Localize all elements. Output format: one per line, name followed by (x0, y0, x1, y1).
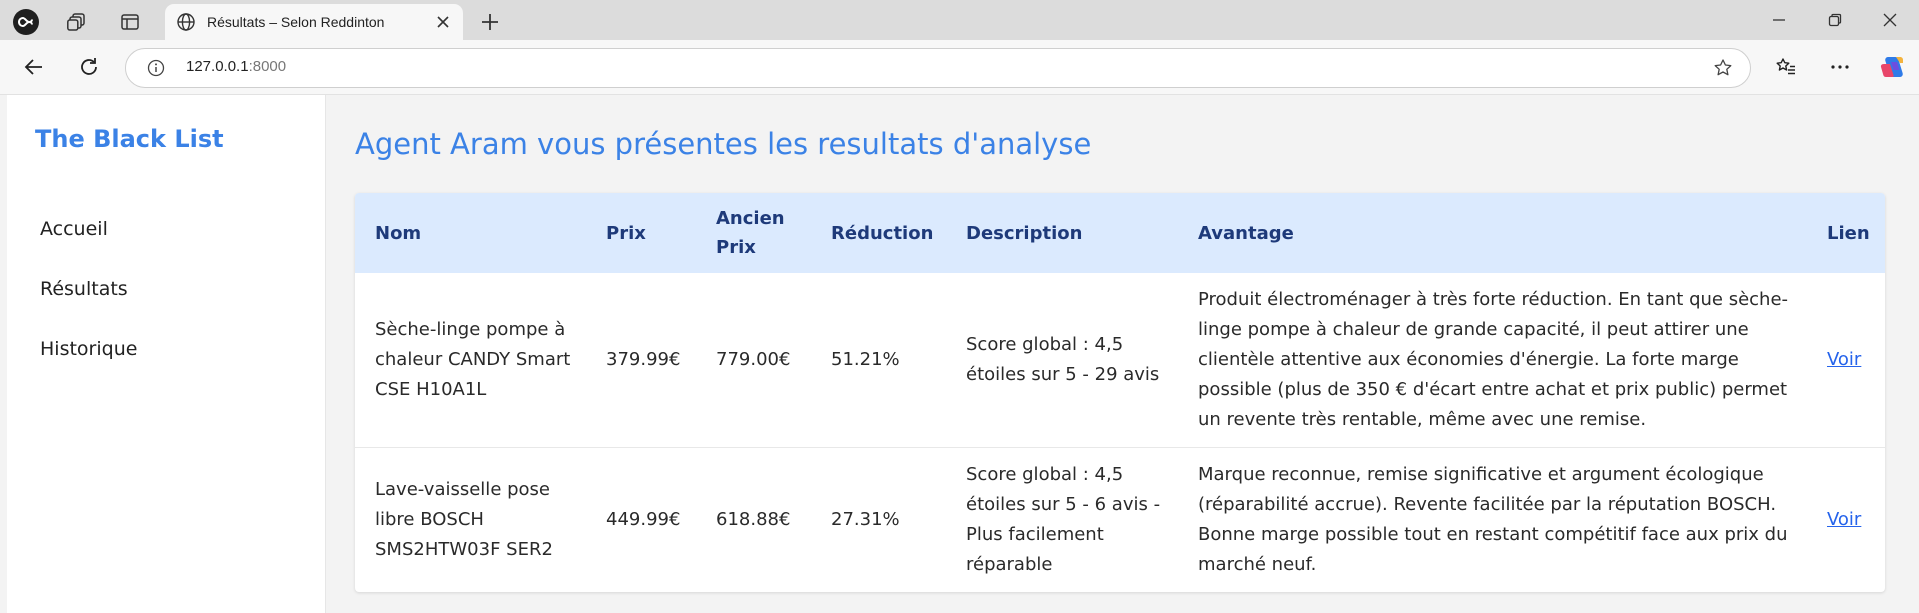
browser-profile-icon[interactable] (12, 8, 40, 36)
cell-ancien-prix: 618.88€ (696, 447, 811, 592)
sidebar: The Black List Accueil Résultats Histori… (7, 95, 326, 613)
column-header-description: Description (966, 222, 1083, 244)
more-options-icon[interactable] (1826, 53, 1854, 81)
url-port: :8000 (248, 58, 287, 75)
new-tab-icon[interactable] (476, 8, 504, 36)
active-tab[interactable]: Résultats – Selon Reddinton (165, 4, 463, 40)
favorite-star-icon[interactable] (1712, 57, 1734, 79)
cell-ancien-prix: 779.00€ (716, 349, 791, 370)
sidebar-item-resultats[interactable]: Résultats (40, 278, 128, 300)
browser-toolbar: 127.0.0.1:8000 (0, 40, 1919, 95)
close-tab-icon[interactable] (433, 12, 453, 32)
cell-nom: Lave-vaisselle pose libre BOSCH SMS2HTW0… (355, 447, 586, 592)
cell-nom: Sèche-linge pompe à chaleur CANDY Smart … (375, 319, 571, 400)
brand-title[interactable]: The Black List (35, 125, 224, 153)
site-info-icon[interactable] (146, 58, 166, 78)
restore-icon[interactable] (1815, 8, 1855, 32)
results-table: Nom Prix Ancien Prix Réduction Descripti… (355, 193, 1885, 592)
column-header-avantage: Avantage (1198, 222, 1294, 244)
workspaces-icon[interactable] (63, 8, 91, 36)
table-row: Lave-vaisselle pose libre BOSCH SMS2HTW0… (355, 447, 1885, 592)
vertical-tabs-icon[interactable] (116, 8, 144, 36)
minimize-icon[interactable] (1759, 8, 1799, 32)
cell-reduction: 51.21% (831, 349, 900, 370)
column-header-nom: Nom (375, 222, 422, 244)
voir-link[interactable]: Voir (1827, 349, 1861, 370)
back-arrow-icon[interactable] (20, 53, 48, 81)
cell-reduction: 27.31% (811, 447, 946, 592)
cell-lien: Voir (1807, 447, 1885, 592)
address-bar[interactable]: 127.0.0.1:8000 (125, 48, 1751, 88)
copilot-icon[interactable] (1879, 53, 1907, 81)
table-row: Sèche-linge pompe à chaleur CANDY Smart … (355, 273, 1885, 448)
sidebar-item-accueil[interactable]: Accueil (40, 218, 108, 240)
column-header-ancien-prix: Ancien Prix (716, 208, 785, 258)
favorites-icon[interactable] (1772, 53, 1800, 81)
url-text: 127.0.0.1:8000 (186, 58, 286, 75)
page-content: The Black List Accueil Résultats Histori… (0, 95, 1919, 613)
cell-description: Score global : 4,5 étoiles sur 5 - 29 av… (966, 334, 1160, 385)
sidebar-item-historique[interactable]: Historique (40, 338, 137, 360)
voir-link[interactable]: Voir (1827, 509, 1861, 530)
globe-icon (175, 11, 197, 33)
browser-tab-bar: Résultats – Selon Reddinton (0, 0, 1919, 40)
cell-avantage: Marque reconnue, remise significative et… (1178, 447, 1807, 592)
results-table-card: Nom Prix Ancien Prix Réduction Descripti… (355, 193, 1885, 592)
cell-lien: Voir (1807, 273, 1885, 448)
url-host: 127.0.0.1 (186, 58, 249, 75)
tab-title: Résultats – Selon Reddinton (207, 14, 385, 30)
close-window-icon[interactable] (1870, 8, 1910, 32)
cell-avantage: Produit électroménager à très forte rédu… (1198, 289, 1789, 430)
cell-prix: 449.99€ (586, 447, 696, 592)
column-header-reduction: Réduction (831, 222, 934, 244)
reload-icon[interactable] (75, 53, 103, 81)
column-header-lien: Lien (1827, 222, 1870, 244)
page-title: Agent Aram vous présentes les resultats … (355, 127, 1092, 161)
cell-description: Score global : 4,5 étoiles sur 5 - 6 avi… (946, 447, 1178, 592)
cell-prix: 379.99€ (606, 349, 681, 370)
column-header-prix: Prix (606, 222, 646, 244)
table-header-row: Nom Prix Ancien Prix Réduction Descripti… (355, 193, 1885, 273)
